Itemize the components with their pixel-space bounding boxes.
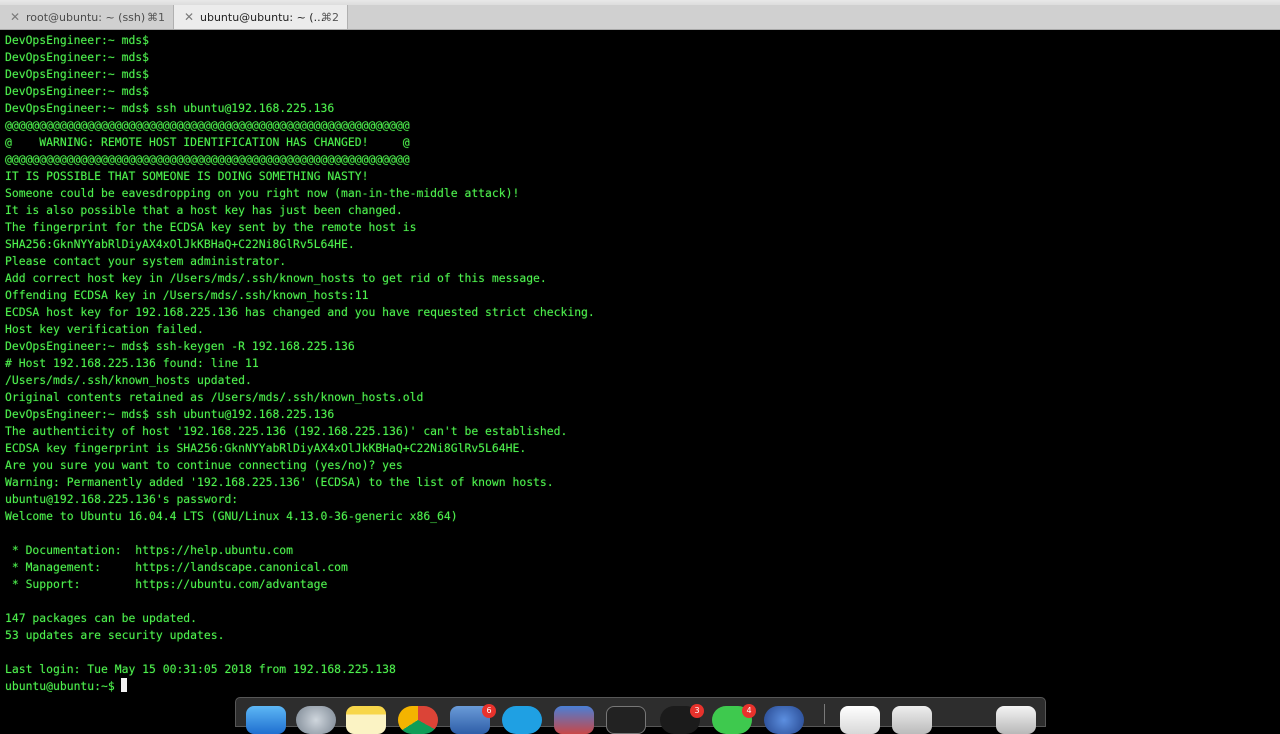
terminal-line: # Host 192.168.225.136 found: line 11	[5, 356, 259, 370]
notes-icon[interactable]	[346, 706, 386, 734]
terminal-line: @@@@@@@@@@@@@@@@@@@@@@@@@@@@@@@@@@@@@@@@…	[5, 118, 410, 132]
notification-badge: 3	[690, 704, 704, 718]
terminal-line: DevOpsEngineer:~ mds$ ssh ubuntu@192.168…	[5, 101, 335, 115]
terminal-line: ECDSA host key for 192.168.225.136 has c…	[5, 305, 595, 319]
terminal-line: Welcome to Ubuntu 16.04.4 LTS (GNU/Linux…	[5, 509, 458, 523]
terminal-line: ubuntu@ubuntu:~$	[5, 678, 1280, 695]
notification-badge: 6	[482, 704, 496, 718]
terminal-line: SHA256:GknNYYabRlDiyAX4xOlJkKBHaQ+C22Ni8…	[5, 237, 355, 251]
tab-root-ssh[interactable]: ✕ root@ubuntu: ~ (ssh) ⌘1	[0, 5, 174, 29]
tab-ubuntu[interactable]: ✕ ubuntu@ubuntu: ~ (... ⌘2	[174, 5, 348, 29]
dock: 6 3 4	[235, 697, 1046, 734]
terminal-line: Offending ECDSA key in /Users/mds/.ssh/k…	[5, 288, 369, 302]
terminal-line: DevOpsEngineer:~ mds$	[5, 84, 150, 98]
terminal-cursor	[120, 678, 127, 692]
terminal-line: DevOpsEngineer:~ mds$ ssh-keygen -R 192.…	[5, 339, 355, 353]
tab-shortcut: ⌘2	[321, 10, 339, 24]
terminal-line: 147 packages can be updated.	[5, 611, 198, 625]
tab-shortcut: ⌘1	[147, 10, 165, 24]
close-tab-icon[interactable]: ✕	[180, 10, 198, 24]
terminal-line: DevOpsEngineer:~ mds$	[5, 33, 150, 47]
terminal-line: * Documentation: https://help.ubuntu.com	[5, 543, 294, 557]
terminal-line: * Management: https://landscape.canonica…	[5, 560, 348, 574]
terminal-line: Original contents retained as /Users/mds…	[5, 390, 424, 404]
terminal-line: ubuntu@192.168.225.136's password:	[5, 492, 239, 506]
terminal-line: Are you sure you want to continue connec…	[5, 458, 403, 472]
safari-icon[interactable]	[764, 706, 804, 734]
terminal-line: IT IS POSSIBLE THAT SOMEONE IS DOING SOM…	[5, 169, 369, 183]
close-tab-icon[interactable]: ✕	[6, 10, 24, 24]
terminal-app-icon[interactable]	[606, 706, 646, 734]
tab-title: root@ubuntu: ~ (ssh)	[26, 10, 146, 24]
tab-title: ubuntu@ubuntu: ~ (...	[200, 10, 325, 24]
terminal-line: Host key verification failed.	[5, 322, 204, 336]
terminal-line: @@@@@@@@@@@@@@@@@@@@@@@@@@@@@@@@@@@@@@@@…	[5, 152, 410, 166]
terminal-line: DevOpsEngineer:~ mds$	[5, 67, 150, 81]
launchpad-icon[interactable]	[296, 706, 336, 734]
terminal-line: Warning: Permanently added '192.168.225.…	[5, 475, 554, 489]
terminal-line: DevOpsEngineer:~ mds$	[5, 50, 150, 64]
finder-icon[interactable]	[246, 706, 286, 734]
terminal-line: DevOpsEngineer:~ mds$ ssh ubuntu@192.168…	[5, 407, 335, 421]
folder-stack-icon[interactable]	[892, 706, 932, 734]
terminal-line: ECDSA key fingerprint is SHA256:GknNYYab…	[5, 441, 527, 455]
chrome-icon[interactable]	[398, 706, 438, 734]
terminal-line: Last login: Tue May 15 00:31:05 2018 fro…	[5, 662, 396, 676]
terminal-line: * Support: https://ubuntu.com/advantage	[5, 577, 328, 591]
notification-badge: 4	[742, 704, 756, 718]
trash-icon[interactable]	[996, 706, 1036, 734]
terminal-line: It is also possible that a host key has …	[5, 203, 403, 217]
document-icon[interactable]	[840, 706, 880, 734]
terminal-output[interactable]: DevOpsEngineer:~ mds$ DevOpsEngineer:~ md…	[0, 30, 1280, 720]
terminal-line: Please contact your system administrator…	[5, 254, 287, 268]
terminal-line: The authenticity of host '192.168.225.13…	[5, 424, 568, 438]
terminal-line: @ WARNING: REMOTE HOST IDENTIFICATION HA…	[5, 135, 410, 149]
terminal-line: /Users/mds/.ssh/known_hosts updated.	[5, 373, 252, 387]
terminal-line: 53 updates are security updates.	[5, 628, 225, 642]
terminal-line: Add correct host key in /Users/mds/.ssh/…	[5, 271, 547, 285]
terminal-line: Someone could be eavesdropping on you ri…	[5, 186, 520, 200]
tab-bar: ✕ root@ubuntu: ~ (ssh) ⌘1 ✕ ubuntu@ubunt…	[0, 5, 1280, 30]
skype-icon[interactable]	[502, 706, 542, 734]
terminal-line: The fingerprint for the ECDSA key sent b…	[5, 220, 417, 234]
dock-separator	[824, 704, 825, 724]
screen-sharing-icon[interactable]	[554, 706, 594, 734]
